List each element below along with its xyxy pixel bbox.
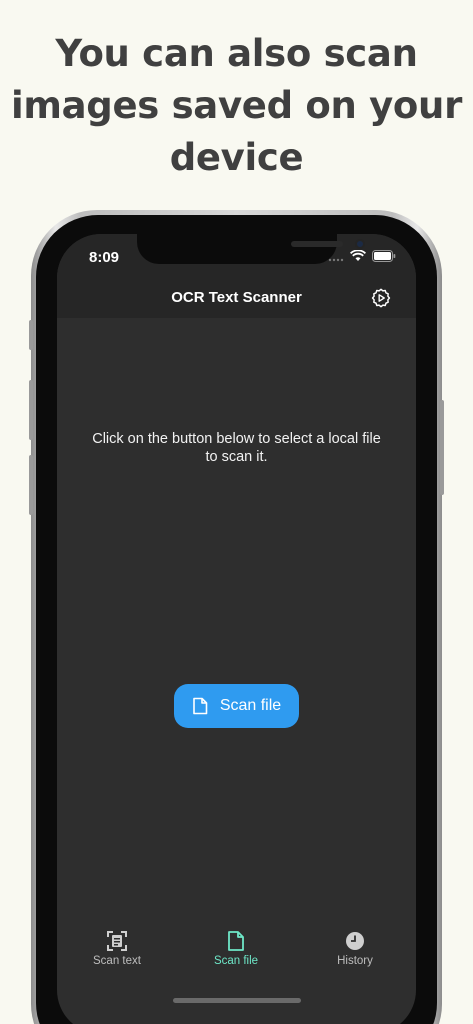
wifi-icon [350,250,366,261]
instruction-text: Click on the button below to select a lo… [71,430,402,466]
scan-file-button[interactable]: Scan file [174,684,299,728]
signal-icon [328,258,344,262]
front-camera [355,239,365,249]
app-title: OCR Text Scanner [171,289,302,306]
battery-icon [372,250,396,262]
file-icon [228,931,244,951]
scan-file-button-label: Scan file [219,697,282,714]
status-icons [328,250,396,262]
instruction-line-1: Click on the button below to select a lo… [92,431,381,447]
app-bar: 8:09 OCR Text Scanner [57,234,416,318]
page: You can also scan images saved on your d… [0,0,473,1024]
phone-volume-up [29,380,33,440]
phone-power-button [440,400,444,495]
scan-text-icon [107,931,127,951]
app-screen: 8:09 OCR Text Scanner Click on the butto… [57,234,416,1024]
home-indicator[interactable] [173,998,301,1003]
headline-line-1: You can also scan [55,32,418,75]
tab-scan-file[interactable]: Scan file [191,930,281,967]
phone-volume-down [29,455,33,515]
headline-line-3: device [169,136,304,179]
tab-scan-file-label: Scan file [213,955,259,967]
gear-icon[interactable] [370,287,392,309]
clock-icon [346,932,364,950]
tab-bar: Scan text Scan file History [57,930,416,1024]
tab-scan-text[interactable]: Scan text [72,930,162,967]
tab-history[interactable]: History [310,930,400,967]
notch [137,234,365,264]
phone-mute-switch [29,320,33,350]
headline-line-2: images saved on your [10,84,463,127]
instruction-line-2: to scan it. [205,449,268,465]
file-icon [193,697,208,715]
headline: You can also scan images saved on your d… [0,28,473,184]
speaker [291,241,343,247]
tab-scan-text-label: Scan text [93,955,141,967]
tab-history-label: History [337,955,373,967]
status-time: 8:09 [89,249,120,266]
